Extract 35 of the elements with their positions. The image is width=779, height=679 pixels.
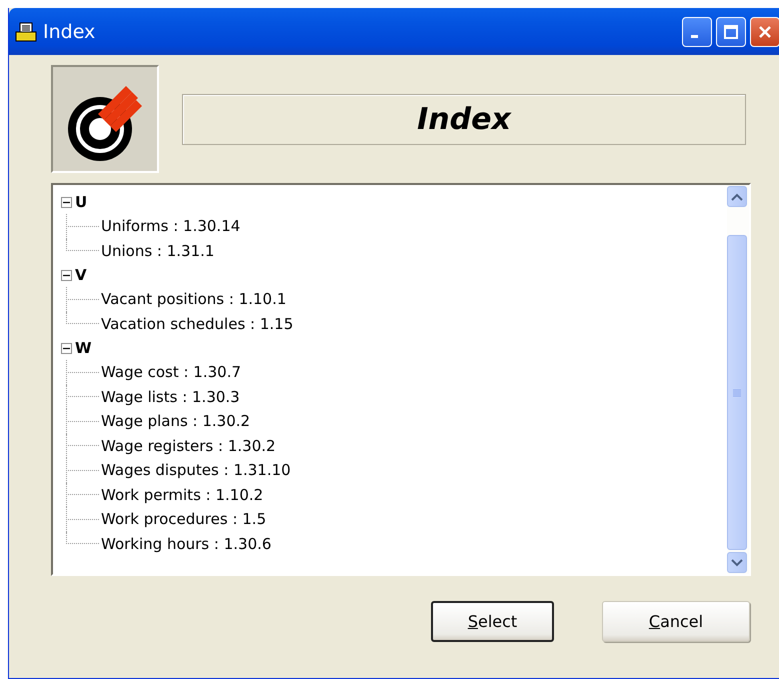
scroll-up-button[interactable] (727, 186, 747, 207)
tree-item[interactable]: Unions : 1.31.1 (100, 242, 216, 260)
minimize-button[interactable] (682, 16, 712, 46)
close-button[interactable] (750, 16, 779, 46)
maximize-icon (722, 22, 740, 40)
tree-group[interactable]: U (75, 193, 88, 211)
maximize-button[interactable] (716, 16, 746, 46)
collapse-toggle[interactable] (61, 196, 72, 208)
minimize-icon (691, 34, 698, 38)
tree-item[interactable]: Wage lists : 1.30.3 (100, 388, 241, 406)
select-button[interactable]: Select (431, 601, 554, 642)
collapse-toggle[interactable] (61, 342, 72, 354)
scrollbar[interactable] (727, 185, 749, 574)
chevron-down-icon (731, 558, 743, 566)
scroll-down-button[interactable] (727, 552, 747, 573)
scroll-thumb[interactable] (727, 235, 747, 550)
tree-item[interactable]: Vacant positions : 1.10.1 (100, 290, 288, 308)
tree-item[interactable]: Wage plans : 1.30.2 (100, 412, 252, 430)
tree-item[interactable]: Working hours : 1.30.6 (100, 534, 272, 553)
tree-group[interactable]: W (75, 339, 92, 357)
collapse-toggle[interactable] (61, 270, 72, 280)
window-title: Index (43, 20, 96, 42)
logo-icon (51, 65, 159, 173)
printer-icon (15, 22, 37, 42)
tree-item[interactable]: Work procedures : 1.5 (100, 510, 268, 528)
tree-group[interactable]: V (75, 266, 87, 284)
chevron-up-icon (731, 192, 743, 200)
tree-item[interactable]: Wages disputes : 1.31.10 (100, 461, 292, 480)
tree-item[interactable]: Wage registers : 1.30.2 (100, 436, 277, 455)
header-title: Index (182, 94, 746, 144)
cancel-button[interactable]: Cancel (602, 601, 750, 642)
tree-item[interactable]: Uniforms : 1.30.14 (100, 217, 242, 236)
tree-item[interactable]: Wage cost : 1.30.7 (100, 363, 242, 382)
tree-item[interactable]: Work permits : 1.10.2 (100, 486, 264, 504)
tree-item[interactable]: Vacation schedules : 1.15 (100, 314, 294, 333)
